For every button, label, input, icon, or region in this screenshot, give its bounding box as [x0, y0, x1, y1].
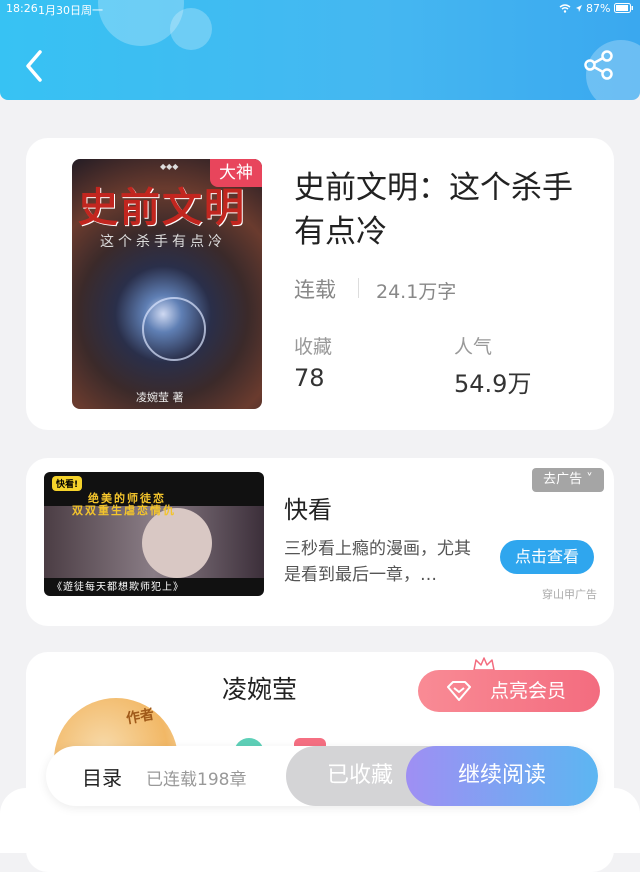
stat-label-collect: 收藏 [294, 336, 333, 358]
status-time: 18:26 [6, 2, 38, 15]
stat-value-collect: 78 [294, 364, 325, 392]
bottom-action-bar: 目录 已连载198章 已收藏 继续阅读 [46, 746, 598, 806]
diamond-icon [447, 681, 471, 701]
toc-button[interactable]: 目录 [82, 762, 122, 791]
location-icon [575, 5, 582, 12]
share-button[interactable] [582, 48, 616, 82]
stat-value-popularity: 54.9万 [454, 370, 532, 398]
header-bar: 18:26 1月30日周一 87% [0, 0, 640, 100]
ad-description: 三秒看上瘾的漫画，尤其是看到最后一章，… [284, 539, 471, 585]
book-title: 史前文明：这个杀手有点冷 [294, 170, 573, 250]
book-info-card: ◆◆◆ 史前文明 这个杀手有点冷 凌婉莹 著 大神 史前文明：这个杀手有点冷 连… [26, 138, 614, 430]
book-status: 连载 [294, 278, 336, 302]
ad-image-character [142, 508, 212, 578]
continue-reading-button[interactable]: 继续阅读 [406, 746, 598, 806]
wifi-icon [559, 4, 571, 13]
cover-art-ring [142, 297, 206, 361]
status-date: 1月30日周一 [38, 4, 103, 17]
ad-card[interactable]: 快看! 绝美的师徒恋 双双重生虐恋情仇 《遊徒每天都想欺师犯上》 快看 三秒看上… [26, 458, 614, 626]
cover-author: 凌婉莹 著 [136, 391, 184, 404]
stat-label-popularity: 人气 [454, 336, 493, 358]
author-level-badge: 大神 [210, 159, 262, 187]
meta-divider [358, 278, 359, 298]
ad-image-logo: 快看! [52, 476, 83, 491]
cover-subtitle: 这个杀手有点冷 [100, 234, 226, 250]
remove-ad-button[interactable]: 去广告 ˅ [532, 468, 604, 492]
ad-image-line2: 双双重生虐恋情仇 [72, 504, 176, 517]
ad-image-line3: 《遊徒每天都想欺师犯上》 [52, 582, 184, 593]
collected-label: 已收藏 [326, 763, 393, 788]
ad-title: 快看 [284, 496, 332, 524]
cover-publisher-mark: ◆◆◆ [160, 162, 179, 171]
share-icon [584, 50, 613, 80]
author-name: 凌婉莹 [222, 675, 298, 704]
vip-button[interactable]: 点亮会员 [418, 670, 600, 712]
battery-percent: 87% [586, 2, 611, 15]
ad-image[interactable]: 快看! 绝美的师徒恋 双双重生虐恋情仇 《遊徒每天都想欺师犯上》 [44, 472, 264, 596]
back-button[interactable] [20, 48, 50, 84]
book-cover[interactable]: ◆◆◆ 史前文明 这个杀手有点冷 凌婉莹 著 大神 [72, 159, 262, 409]
word-count: 24.1万字 [376, 281, 457, 303]
status-bar: 18:26 1月30日周一 87% [0, 0, 640, 17]
vip-button-label: 点亮会员 [490, 680, 567, 702]
status-battery: 87% [559, 2, 634, 15]
ad-source: 穿山甲广告 [542, 588, 597, 601]
battery-icon [614, 3, 633, 13]
chevron-left-icon [26, 50, 42, 82]
ad-view-button[interactable]: 点击查看 [500, 540, 594, 574]
chapter-count: 已连载198章 [146, 770, 247, 790]
